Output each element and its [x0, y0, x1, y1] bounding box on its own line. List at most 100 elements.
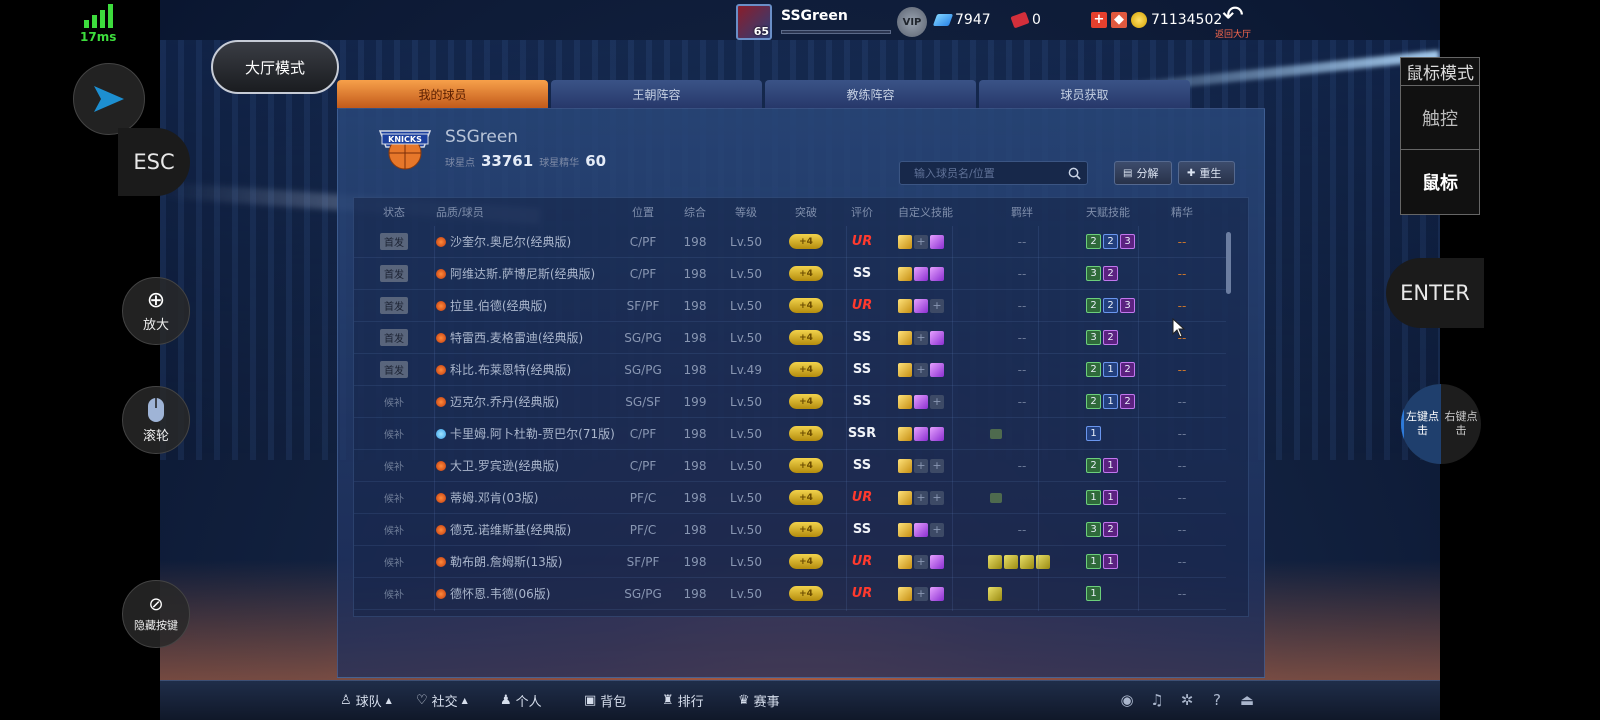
add-skill-icon[interactable]: + — [914, 458, 928, 473]
table-row[interactable]: 候补 迈克尔.乔丹(经典版) SG/SF 199 Lv.50 +4 SS + -- 2 1 2 -- — [354, 386, 1226, 418]
custom-skills-cell[interactable]: + — [886, 514, 972, 545]
nav-match[interactable]: ♛ 赛事 — [738, 691, 780, 710]
mouse-mode-option[interactable]: 鼠标 — [1401, 150, 1479, 214]
table-row[interactable]: 候补 德怀恩.韦德(06版) SG/PG 198 Lv.50 +4 UR +1 -- — [354, 578, 1226, 610]
ticket-resource[interactable]: 0 — [1010, 11, 1041, 29]
table-row[interactable]: 候补 卡里姆.阿卜杜勒-贾巴尔(71版) C/PF 198 Lv.50 +4 SSR 1 -- — [354, 418, 1226, 450]
custom-skills-cell[interactable]: + — [886, 226, 972, 257]
custom-skills-cell[interactable]: + — [886, 290, 972, 321]
header-custom-skills[interactable]: 自定义技能 — [886, 198, 972, 226]
exit-icon[interactable]: ⏏ — [1238, 691, 1256, 709]
send-button[interactable] — [73, 63, 145, 135]
add-skill-icon[interactable]: + — [914, 490, 928, 505]
talent-level-badge: 1 — [1103, 394, 1118, 409]
click-toggle[interactable]: 左键点击 右键点击 — [1401, 384, 1481, 464]
enter-button[interactable]: ENTER — [1386, 258, 1484, 328]
header-breakthrough[interactable]: 突破 — [774, 198, 838, 226]
scroll-wheel-button[interactable]: 滚轮 — [122, 386, 190, 454]
add-skill-icon[interactable]: + — [914, 234, 928, 249]
add-skill-icon[interactable]: + — [930, 522, 944, 537]
header-player[interactable]: 品质/球员 — [434, 198, 614, 226]
custom-skills-cell[interactable]: + — [886, 354, 972, 385]
add-skill-icon[interactable]: + — [930, 458, 944, 473]
table-scrollbar[interactable] — [1226, 232, 1231, 294]
decompose-button[interactable]: ▤ 分解 — [1114, 161, 1172, 185]
custom-skills-cell[interactable]: + — [886, 386, 972, 417]
player-cell[interactable]: 德克.诺维斯基(经典版) — [434, 514, 614, 545]
player-cell[interactable]: 勒布朗.詹姆斯(13版) — [434, 546, 614, 577]
player-cell[interactable]: 蒂姆.邓肯(03版) — [434, 482, 614, 513]
vip-badge[interactable]: VIP — [897, 7, 927, 37]
nav-social[interactable]: ♡ 社交 ▲ — [416, 691, 468, 710]
table-row[interactable]: 首发 沙奎尔.奥尼尔(经典版) C/PF 198 Lv.50 +4 UR + -- 2 2 3 -- — [354, 226, 1226, 258]
breakthrough-badge: +4 — [789, 234, 823, 249]
coin-resource[interactable]: + ◆ 71134502 — [1091, 12, 1222, 28]
add-coin-icon[interactable]: + — [1091, 12, 1107, 28]
avatar[interactable]: 65 — [736, 4, 772, 40]
rebirth-button[interactable]: ✚ 重生 — [1178, 161, 1235, 185]
add-skill-icon[interactable]: + — [914, 362, 928, 377]
header-essence[interactable]: 精华 — [1152, 198, 1212, 226]
custom-skills-cell[interactable]: + + — [886, 450, 972, 481]
player-cell[interactable]: 特雷西.麦格雷迪(经典版) — [434, 322, 614, 353]
table-row[interactable]: 首发 科比.布莱恩特(经典版) SG/PG 198 Lv.49 +4 SS + -- 2 1 2 -- — [354, 354, 1226, 386]
touch-mode-option[interactable]: 触控 — [1401, 86, 1479, 150]
search-input[interactable] — [914, 166, 1064, 180]
player-cell[interactable]: 沙奎尔.奥尼尔(经典版) — [434, 226, 614, 257]
gift-icon[interactable]: ◆ — [1111, 12, 1127, 28]
table-row[interactable]: 候补 勒布朗.詹姆斯(13版) SF/PF 198 Lv.50 +4 UR +1 1 -- — [354, 546, 1226, 578]
player-cell[interactable]: 大卫.罗宾逊(经典版) — [434, 450, 614, 481]
add-skill-icon[interactable]: + — [930, 394, 944, 409]
nav-team[interactable]: ♙ 球队 ▲ — [340, 691, 392, 710]
diamond-resource[interactable]: 7947 — [932, 12, 991, 28]
header-grade[interactable]: 评价 — [838, 198, 886, 226]
zoom-button[interactable]: ⊕ 放大 — [122, 277, 190, 345]
header-bond[interactable]: 羁绊 — [972, 198, 1072, 226]
header-position[interactable]: 位置 — [614, 198, 672, 226]
player-cell[interactable]: 德怀恩.韦德(06版) — [434, 578, 614, 609]
back-to-hall-button[interactable]: ↶ 返回大厅 — [1209, 2, 1257, 42]
esc-button[interactable]: ESC — [118, 128, 190, 196]
add-skill-icon[interactable]: + — [930, 490, 944, 505]
table-row[interactable]: 首发 特雷西.麦格雷迪(经典版) SG/PG 198 Lv.50 +4 SS + -- 3 2 -- — [354, 322, 1226, 354]
custom-skills-cell[interactable]: + — [886, 578, 972, 609]
nav-bag[interactable]: ▣ 背包 — [584, 691, 626, 710]
custom-skills-cell[interactable]: + — [886, 546, 972, 577]
custom-skills-cell[interactable]: + + — [886, 482, 972, 513]
service-icon[interactable]: ◉ — [1118, 691, 1136, 709]
header-status[interactable]: 状态 — [354, 198, 434, 226]
nav-personal[interactable]: ♟ 个人 — [500, 691, 542, 710]
player-cell[interactable]: 迈克尔.乔丹(经典版) — [434, 386, 614, 417]
add-skill-icon[interactable]: + — [914, 554, 928, 569]
custom-skills-cell[interactable]: + — [886, 322, 972, 353]
header-overall[interactable]: 综合 — [672, 198, 718, 226]
tab-player-acquire[interactable]: 球员获取 — [979, 80, 1190, 108]
player-cell[interactable]: 科比.布莱恩特(经典版) — [434, 354, 614, 385]
search-box[interactable] — [899, 161, 1088, 185]
custom-skills-cell[interactable] — [886, 418, 972, 449]
tab-coach-lineup[interactable]: 教练阵容 — [765, 80, 976, 108]
player-cell[interactable]: 卡里姆.阿卜杜勒-贾巴尔(71版) — [434, 418, 615, 449]
table-row[interactable]: 候补 蒂姆.邓肯(03版) PF/C 198 Lv.50 +4 UR + +1 1 -- — [354, 482, 1226, 514]
tab-dynasty-lineup[interactable]: 王朝阵容 — [551, 80, 762, 108]
add-skill-icon[interactable]: + — [914, 586, 928, 601]
table-row[interactable]: 候补 大卫.罗宾逊(经典版) C/PF 198 Lv.50 +4 SS + + -- 2 1 -- — [354, 450, 1226, 482]
help-icon[interactable]: ? — [1208, 691, 1226, 709]
table-row[interactable]: 候补 德克.诺维斯基(经典版) PF/C 198 Lv.50 +4 SS + -- 3 2 -- — [354, 514, 1226, 546]
nav-rank[interactable]: ♜ 排行 — [662, 691, 704, 710]
music-icon[interactable]: ♫ — [1148, 691, 1166, 709]
hide-keys-button[interactable]: ⊘ 隐藏按键 — [122, 580, 190, 648]
add-skill-icon[interactable]: + — [914, 330, 928, 345]
hall-mode-button[interactable]: 大厅模式 — [211, 40, 339, 94]
tab-my-players[interactable]: 我的球员 — [337, 80, 548, 108]
add-skill-icon[interactable]: + — [930, 298, 944, 313]
player-cell[interactable]: 阿维达斯.萨博尼斯(经典版) — [434, 258, 614, 289]
table-row[interactable]: 首发 阿维达斯.萨博尼斯(经典版) C/PF 198 Lv.50 +4 SS -- 3 2 -- — [354, 258, 1226, 290]
custom-skills-cell[interactable] — [886, 258, 972, 289]
search-icon[interactable] — [1068, 167, 1081, 180]
header-talent[interactable]: 天赋技能 — [1072, 198, 1152, 226]
player-cell[interactable]: 拉里.伯德(经典版) — [434, 290, 614, 321]
gear-icon[interactable]: ✲ — [1178, 691, 1196, 709]
table-row[interactable]: 首发 拉里.伯德(经典版) SF/PF 198 Lv.50 +4 UR + -- 2 2 3 -- — [354, 290, 1226, 322]
header-level[interactable]: 等级 — [718, 198, 774, 226]
